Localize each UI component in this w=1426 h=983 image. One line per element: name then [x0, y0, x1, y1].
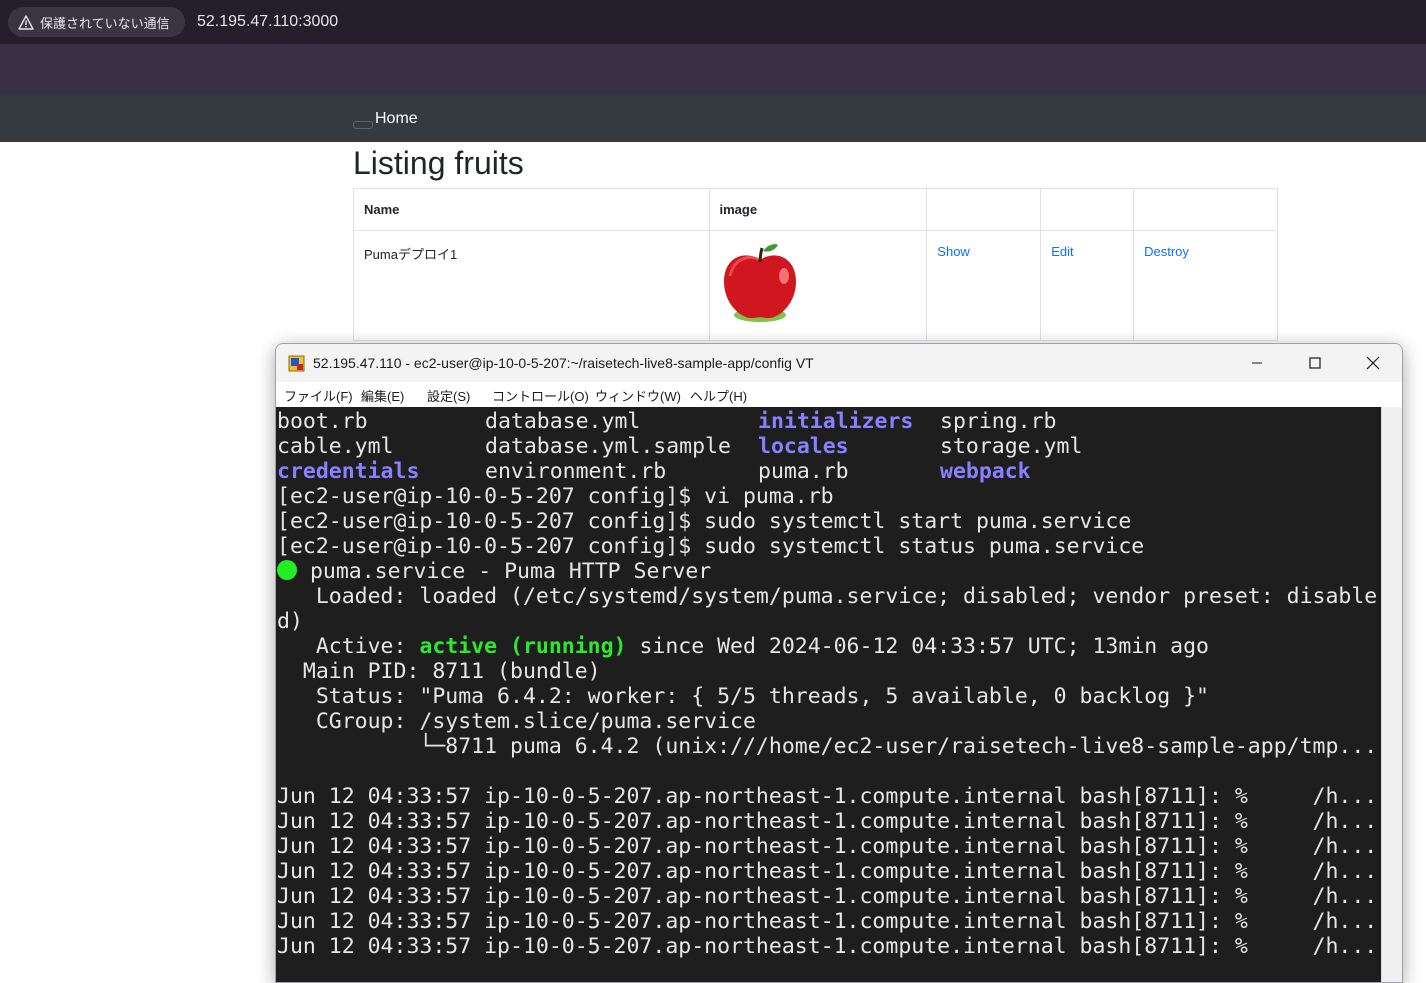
header-name: Name	[353, 188, 710, 231]
journal-line: Jun 12 04:33:57 ip-10-0-5-207.ap-northea…	[277, 884, 1378, 909]
terminal-screen[interactable]: boot.rb database.yml initializers spring…	[276, 407, 1381, 982]
minimize-icon	[1252, 362, 1262, 364]
menu-setup[interactable]: 設定(S)	[427, 386, 470, 405]
shell-prompt-line: [ec2-user@ip-10-0-5-207 config]$ sudo sy…	[277, 534, 1145, 559]
navbar-toggler[interactable]	[353, 121, 373, 129]
edit-cell: Edit	[1040, 230, 1135, 341]
menu-file[interactable]: ファイル(F)	[284, 386, 353, 405]
ls-item: spring.rb	[940, 409, 1057, 434]
ls-item: cable.yml	[277, 434, 394, 459]
fruits-table: Name image Pumaデプロイ1 Show Edit Destroy	[353, 188, 1278, 341]
journal-line: Jun 12 04:33:57 ip-10-0-5-207.ap-northea…	[277, 809, 1378, 834]
url-text[interactable]: 52.195.47.110:3000	[197, 13, 338, 31]
ls-item: boot.rb	[277, 409, 368, 434]
journal-line: Jun 12 04:33:57 ip-10-0-5-207.ap-northea…	[277, 834, 1378, 859]
journal-line: Jun 12 04:33:57 ip-10-0-5-207.ap-northea…	[277, 934, 1378, 959]
status-dot-icon	[277, 560, 297, 580]
active-line: Active: active (running) since Wed 2024-…	[277, 634, 1209, 659]
shell-prompt-line: [ec2-user@ip-10-0-5-207 config]$ vi puma…	[277, 484, 834, 509]
close-button[interactable]	[1344, 344, 1402, 382]
loaded-line: Loaded: loaded (/etc/systemd/system/puma…	[277, 584, 1378, 609]
ls-item: database.yml	[485, 409, 641, 434]
status-line: Status: "Puma 6.4.2: worker: { 5/5 threa…	[277, 684, 1209, 709]
fruit-name: Pumaデプロイ1	[353, 230, 710, 341]
menu-edit[interactable]: 編集(E)	[361, 386, 404, 405]
shell-prompt-line: [ec2-user@ip-10-0-5-207 config]$ sudo sy…	[277, 509, 1132, 534]
service-name: puma.service - Puma HTTP Server	[297, 559, 712, 584]
terminal-window[interactable]: 52.195.47.110 - ec2-user@ip-10-0-5-207:~…	[275, 343, 1403, 983]
journal-line: Jun 12 04:33:57 ip-10-0-5-207.ap-northea…	[277, 784, 1378, 809]
maximize-icon	[1309, 357, 1321, 369]
edit-link[interactable]: Edit	[1051, 244, 1073, 259]
ls-dir: locales	[758, 434, 849, 459]
apple-image	[723, 244, 796, 322]
ls-item: database.yml.sample	[485, 434, 731, 459]
table-header-row: Name image	[353, 188, 1278, 231]
cgroup-child-line: └─8711 puma 6.4.2 (unix:///home/ec2-user…	[277, 734, 1378, 759]
table-row: Pumaデプロイ1 Show Edit Destroy	[353, 230, 1278, 341]
warning-icon	[18, 14, 34, 30]
minimize-button[interactable]	[1228, 344, 1286, 382]
terminal-titlebar[interactable]: 52.195.47.110 - ec2-user@ip-10-0-5-207:~…	[276, 344, 1402, 382]
address-bar[interactable]: 保護されていない通信 52.195.47.110:3000	[0, 0, 1426, 44]
navbar	[0, 95, 1426, 142]
ls-item: storage.yml	[940, 434, 1083, 459]
header-blank-3	[1133, 188, 1278, 231]
main-pid-line: Main PID: 8711 (bundle)	[277, 659, 601, 684]
show-cell: Show	[926, 230, 1042, 341]
active-label: Active:	[277, 634, 420, 659]
ls-dir: initializers	[758, 409, 914, 434]
browser-chrome: 保護されていない通信 52.195.47.110:3000	[0, 0, 1426, 95]
fruit-image-cell	[708, 230, 928, 341]
active-since: since Wed 2024-06-12 04:33:57 UTC; 13min…	[626, 634, 1209, 659]
active-state: active (running)	[419, 634, 627, 659]
show-link[interactable]: Show	[937, 244, 970, 259]
ls-dir: credentials	[277, 459, 420, 484]
nav-home-link[interactable]: Home	[375, 110, 418, 128]
header-image: image	[708, 188, 928, 231]
header-blank-1	[926, 188, 1042, 231]
menu-help[interactable]: ヘルプ(H)	[690, 386, 747, 405]
ls-dir: webpack	[940, 459, 1031, 484]
journal-line: Jun 12 04:33:57 ip-10-0-5-207.ap-northea…	[277, 859, 1378, 884]
menu-control[interactable]: コントロール(O)	[492, 386, 589, 405]
teraterm-icon	[288, 355, 305, 372]
terminal-scrollbar[interactable]	[1381, 407, 1402, 982]
journal-line: Jun 12 04:33:57 ip-10-0-5-207.ap-northea…	[277, 909, 1378, 934]
terminal-menubar: ファイル(F) 編集(E) 設定(S) コントロール(O) ウィンドウ(W) ヘ…	[276, 382, 1402, 407]
ls-item: puma.rb	[758, 459, 849, 484]
destroy-cell: Destroy	[1133, 230, 1278, 341]
service-header-line: puma.service - Puma HTTP Server	[277, 559, 711, 584]
destroy-link[interactable]: Destroy	[1144, 244, 1189, 259]
page-title: Listing fruits	[353, 145, 524, 181]
cgroup-line: CGroup: /system.slice/puma.service	[277, 709, 756, 734]
maximize-button[interactable]	[1286, 344, 1344, 382]
header-blank-2	[1040, 188, 1135, 231]
menu-window[interactable]: ウィンドウ(W)	[595, 386, 681, 405]
close-icon	[1366, 356, 1380, 370]
ls-item: environment.rb	[485, 459, 667, 484]
terminal-title: 52.195.47.110 - ec2-user@ip-10-0-5-207:~…	[313, 355, 814, 371]
security-indicator[interactable]: 保護されていない通信	[8, 7, 185, 37]
security-label: 保護されていない通信	[40, 15, 170, 31]
loaded-line-wrap: d)	[277, 609, 303, 634]
